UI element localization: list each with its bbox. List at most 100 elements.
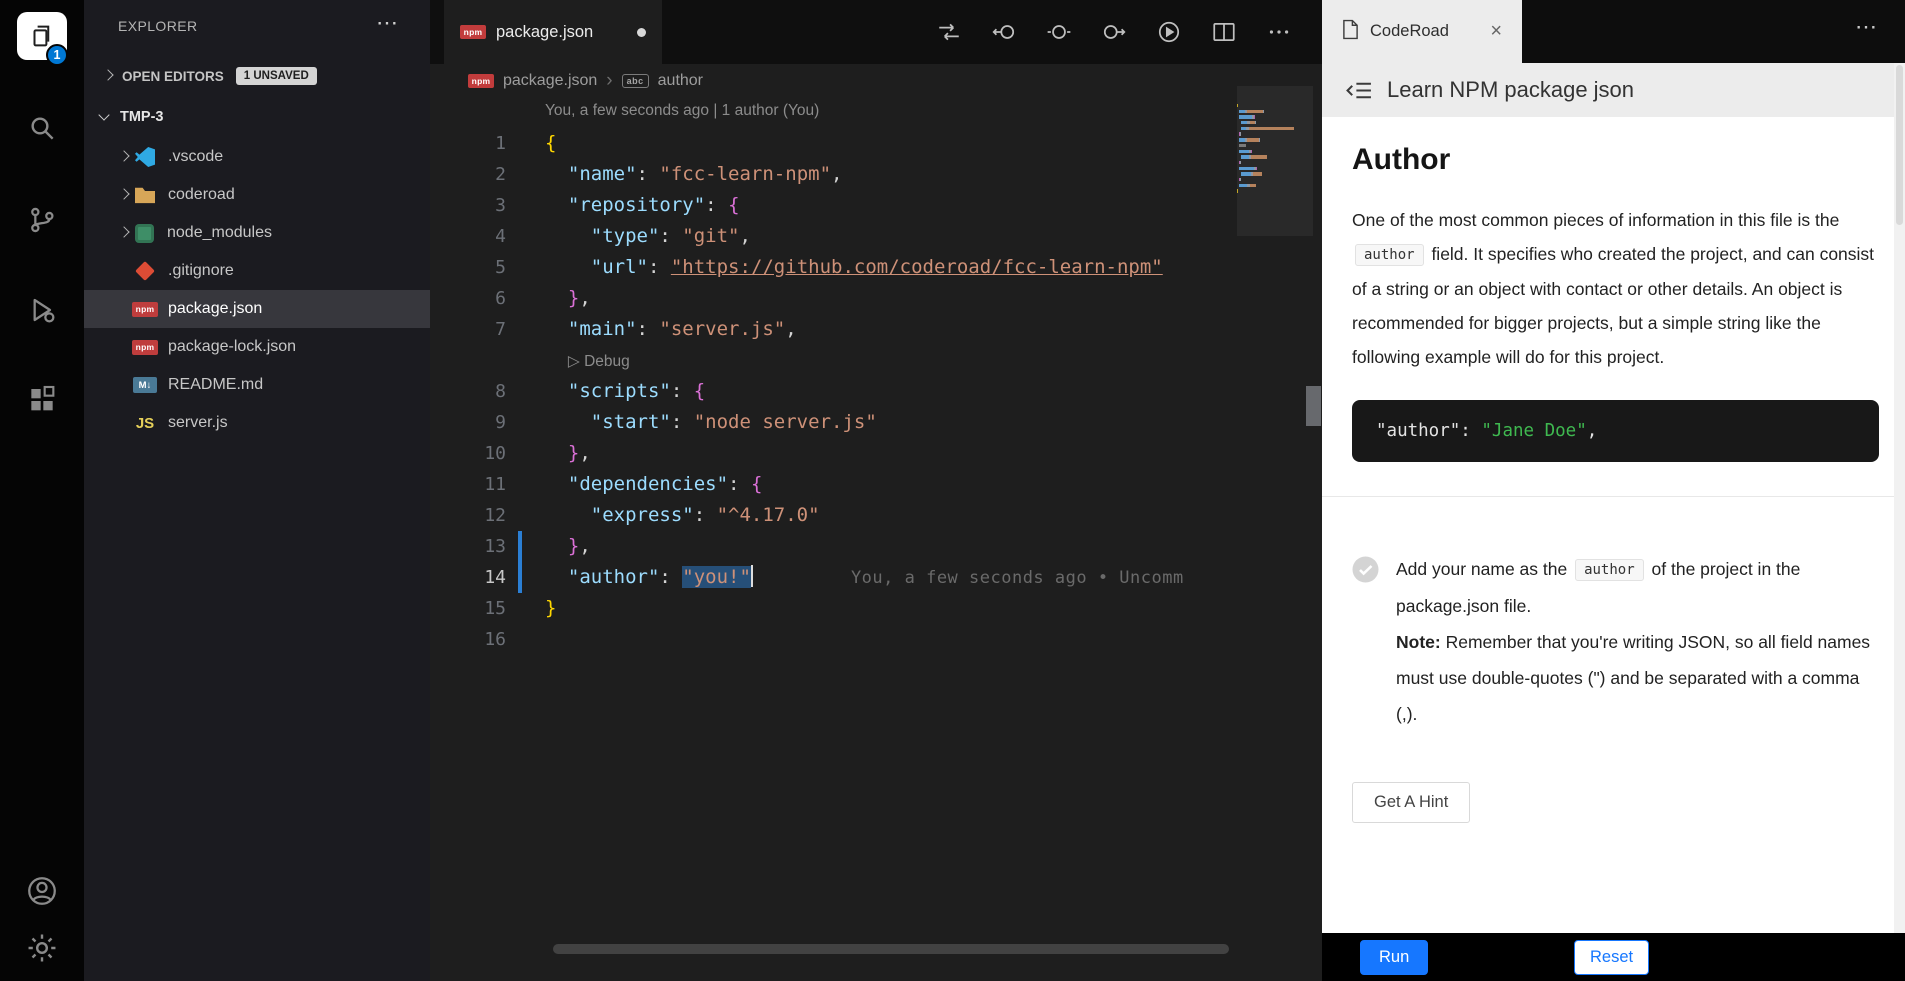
code-line-9[interactable]: 9 "start": "node server.js" [430,407,1237,438]
line-number: 9 [430,407,506,438]
file-item-coderoad[interactable]: coderoad [84,176,430,214]
step-heading: Author [1352,143,1875,177]
panel-scrollbar[interactable] [1894,63,1905,933]
code-line-7[interactable]: 7 "main": "server.js", [430,314,1237,345]
run-button[interactable]: Run [1360,940,1428,975]
code-line-16[interactable]: 16 [430,624,1237,655]
explorer-activity-button[interactable]: 1 [0,8,84,64]
more-actions-icon[interactable] [1266,19,1292,45]
scrollbar-thumb[interactable] [1896,65,1903,225]
search-icon [26,112,58,149]
text-segment: One of the most common pieces of informa… [1352,210,1839,230]
split-editor-icon[interactable] [1211,19,1237,45]
coderoad-tab-bar: CodeRoad × ⋯ [1322,0,1905,63]
line-number: 6 [430,283,506,314]
code-line-12[interactable]: 12 "express": "^4.17.0" [430,500,1237,531]
more-actions-icon[interactable]: ⋯ [1855,14,1879,40]
code-line-15[interactable]: 15} [430,593,1237,624]
file-name: server.js [168,414,228,432]
coderoad-panel: CodeRoad × ⋯ Learn NPM package json Auth… [1322,0,1905,981]
code-line-14[interactable]: 14 "author": "you!"You, a few seconds ag… [430,562,1237,593]
line-number: 2 [430,159,506,190]
chevron-right-icon [100,68,116,84]
gear-icon [25,931,59,970]
code-line-2[interactable]: 2 "name": "fcc-learn-npm", [430,159,1237,190]
code-text: ▷ Debug [545,345,630,377]
file-item-.gitignore[interactable]: .gitignore [84,252,430,290]
code-line-6[interactable]: 6 }, [430,283,1237,314]
code-line-5[interactable]: 5 "url": "https://github.com/coderoad/fc… [430,252,1237,283]
tab-package-json[interactable]: npm package.json [444,0,662,64]
reset-button[interactable]: Reset [1574,940,1649,975]
line-number: 11 [430,469,506,500]
code-line-3[interactable]: 3 "repository": { [430,190,1237,221]
file-item-README.md[interactable]: M↓README.md [84,366,430,404]
next-change-icon[interactable] [1101,19,1127,45]
code-line-13[interactable]: 13 }, [430,531,1237,562]
change-marker-icon[interactable] [1046,19,1072,45]
minimap[interactable] [1237,86,1313,606]
get-hint-button[interactable]: Get A Hint [1352,782,1470,823]
close-icon[interactable]: × [1490,20,1502,43]
minimap-content [1237,86,1313,198]
search-activity-button[interactable] [0,102,84,158]
file-item-.vscode[interactable]: .vscode [84,138,430,176]
run-debug-activity-button[interactable] [0,284,84,340]
settings-button[interactable] [0,922,84,978]
horizontal-scrollbar[interactable] [553,944,1229,954]
code-editor[interactable]: 1{2 "name": "fcc-learn-npm",3 "repositor… [430,128,1237,655]
code-line-4[interactable]: 4 "type": "git", [430,221,1237,252]
file-item-package.json[interactable]: npmpackage.json [84,290,430,328]
step-description: One of the most common pieces of informa… [1352,203,1887,374]
run-or-debug-icon[interactable] [1156,19,1182,45]
previous-change-icon[interactable] [991,19,1017,45]
open-editors-section[interactable]: OPEN EDITORS 1 UNSAVED [84,60,430,92]
js-file-icon: JS [132,413,158,433]
workspace-root-folder[interactable]: TMP-3 [84,100,430,134]
code-text: "dependencies": { [545,469,762,500]
line-number: 13 [430,531,506,562]
chevron-right-icon [116,225,132,241]
code-text: "url": "https://github.com/coderoad/fcc-… [545,252,1163,283]
git-branch-icon [26,204,58,241]
breadcrumb-separator: › [606,70,612,92]
minimap-line [1237,138,1313,141]
codelens-authors[interactable]: You, a few seconds ago | 1 author (You) [545,102,819,120]
root-folder-name: TMP-3 [120,109,164,125]
code-text: }, [545,531,591,562]
codelens-debug[interactable]: ▷ Debug [430,345,1237,376]
source-control-activity-button[interactable] [0,194,84,250]
code-text: "author": "you!"You, a few seconds ago •… [545,562,1184,594]
unsaved-dot-icon[interactable] [637,28,646,37]
npm-file-icon: npm [132,340,158,355]
task-description: Add your name as the author of the proje… [1396,551,1875,732]
coderoad-content: Author One of the most common pieces of … [1322,117,1905,933]
code-line-11[interactable]: 11 "dependencies": { [430,469,1237,500]
vertical-scrollbar-thumb[interactable] [1306,386,1321,426]
line-number: 8 [430,376,506,407]
code-line-8[interactable]: 8 "scripts": { [430,376,1237,407]
code-line-1[interactable]: 1{ [430,128,1237,159]
line-number: 4 [430,221,506,252]
coderoad-footer: Run Reset [1322,933,1905,981]
tab-coderoad[interactable]: CodeRoad × [1322,0,1522,63]
compare-changes-icon[interactable] [936,19,962,45]
breadcrumb-symbol[interactable]: author [658,72,703,90]
breadcrumb-file[interactable]: package.json [503,72,597,90]
file-item-package-lock.json[interactable]: npmpackage-lock.json [84,328,430,366]
activity-bar: 1 [0,0,84,981]
example-code-block: "author": "Jane Doe", [1352,400,1879,462]
explorer-sidebar: EXPLORER ⋯ OPEN EDITORS 1 UNSAVED TMP-3 … [84,0,430,981]
code-line-10[interactable]: 10 }, [430,438,1237,469]
accounts-button[interactable] [0,865,84,921]
sidebar-more-actions-icon[interactable]: ⋯ [376,10,400,36]
chevron-placeholder [116,339,132,355]
file-name: coderoad [168,186,235,204]
editor-tab-bar: npm package.json [430,0,1322,64]
minimap-line [1237,189,1313,192]
file-item-server.js[interactable]: JS server.js [84,404,430,442]
code-text: }, [545,283,591,314]
toc-back-icon[interactable] [1346,77,1373,104]
extensions-activity-button[interactable] [0,373,84,429]
file-item-node_modules[interactable]: node_modules [84,214,430,252]
